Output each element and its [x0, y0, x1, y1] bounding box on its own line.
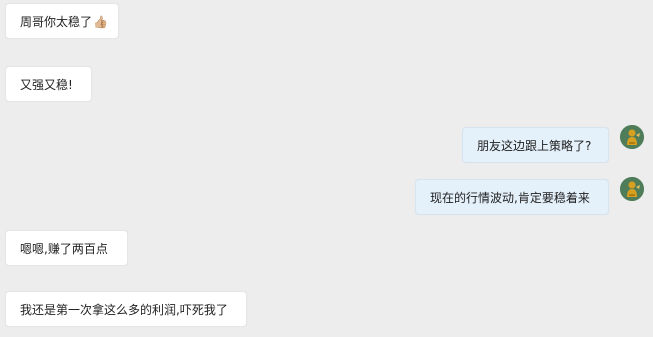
- message-text: 现在的行情波动,肯定要稳着来: [430, 191, 590, 205]
- outgoing-message-bubble[interactable]: 朋友这边跟上策略了?: [462, 127, 609, 163]
- user-avatar[interactable]: [620, 177, 644, 201]
- incoming-message-bubble[interactable]: 我还是第一次拿这么多的利润,吓死我了: [5, 291, 247, 327]
- message-text: 周哥你太稳了: [20, 15, 93, 29]
- message-text: 我还是第一次拿这么多的利润,吓死我了: [20, 303, 228, 317]
- incoming-message-bubble[interactable]: 周哥你太稳了👍🏼: [5, 3, 119, 39]
- user-avatar[interactable]: [620, 125, 644, 149]
- incoming-message-bubble[interactable]: 又强又稳!: [5, 66, 92, 102]
- thumbs-up-emoji: 👍🏼: [93, 15, 108, 29]
- message-text: 又强又稳!: [20, 78, 73, 92]
- message-text: 嗯嗯,赚了两百点: [20, 242, 108, 256]
- incoming-message-bubble[interactable]: 嗯嗯,赚了两百点: [5, 230, 128, 266]
- golden-figure-avatar-icon: [620, 125, 644, 149]
- golden-figure-avatar-icon: [620, 177, 644, 201]
- message-text: 朋友这边跟上策略了?: [477, 139, 592, 153]
- outgoing-message-bubble[interactable]: 现在的行情波动,肯定要稳着来: [415, 179, 609, 215]
